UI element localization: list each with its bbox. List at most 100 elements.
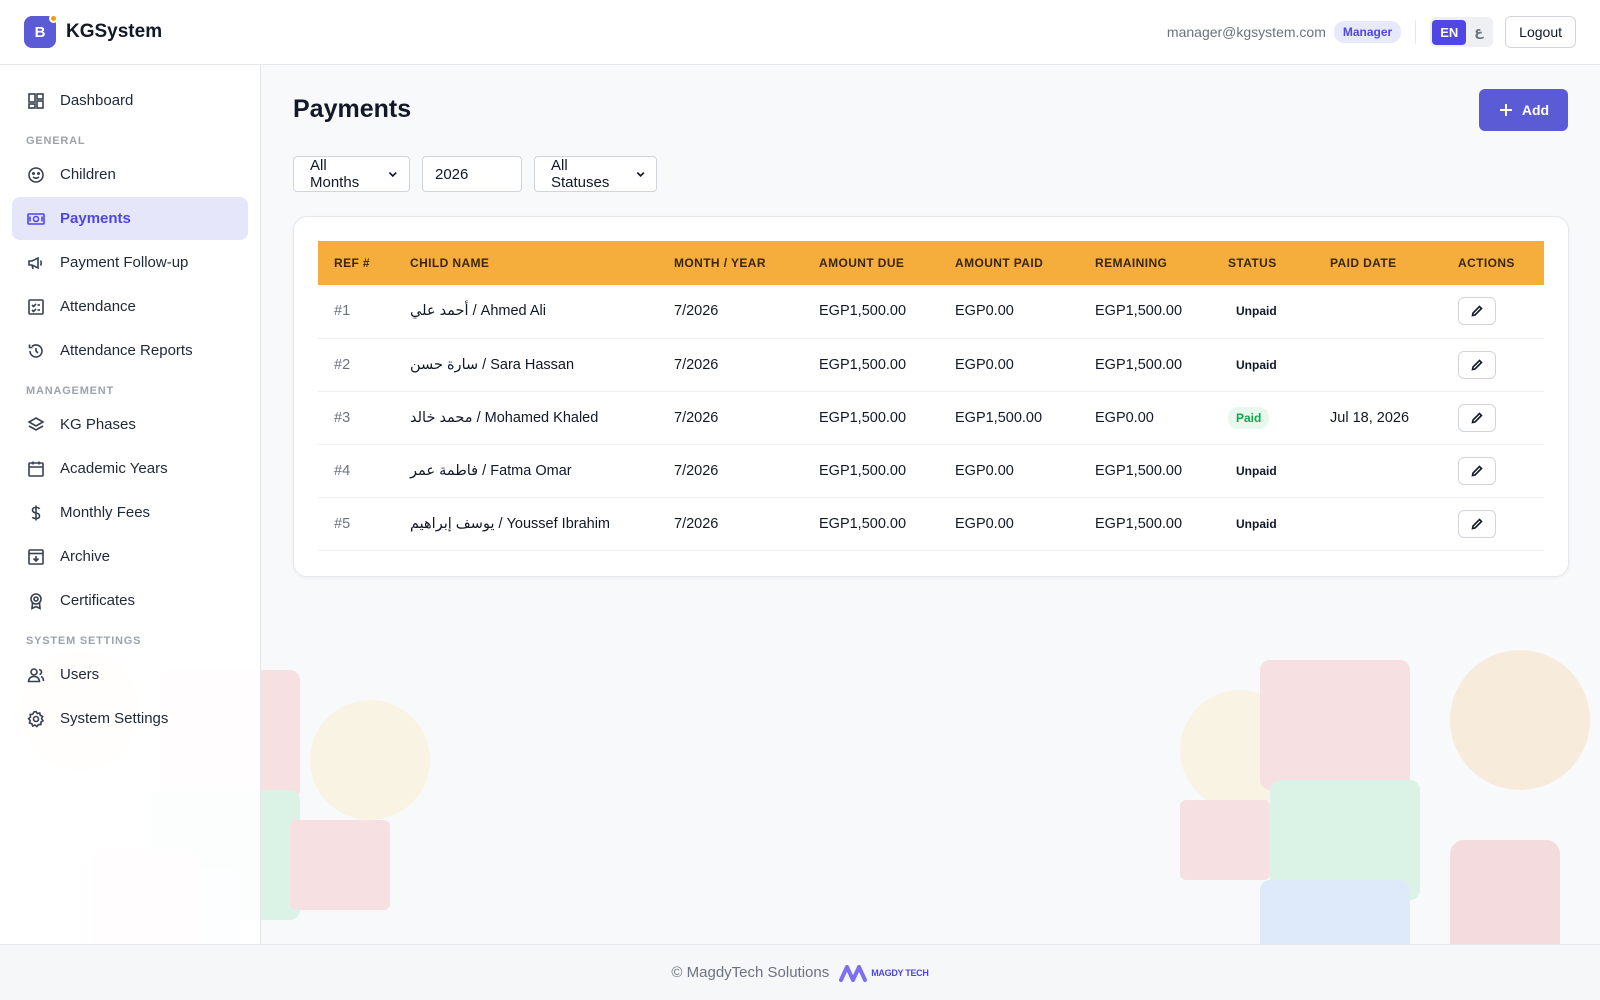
cell-month: 7/2026	[674, 356, 719, 373]
users-icon	[27, 667, 45, 682]
pencil-icon	[1471, 411, 1483, 424]
cell-month: 7/2026	[674, 515, 719, 532]
table-row: #3 محمد خالد / Mohamed Khaled 7/2026 EGP…	[318, 391, 1544, 444]
cell-actions	[1442, 497, 1544, 550]
sidebar-item-label: Payments	[60, 210, 131, 227]
sidebar-item-label: Certificates	[60, 592, 136, 609]
status-badge: Unpaid	[1236, 357, 1277, 372]
sidebar-item-dashboard[interactable]: Dashboard	[12, 79, 248, 122]
brand[interactable]: B KGSystem	[24, 14, 163, 48]
add-button[interactable]: Add	[1479, 89, 1568, 131]
table-row: #4 فاطمة عمر / Fatma Omar 7/2026 EGP1,50…	[318, 444, 1544, 497]
chevron-down-icon	[636, 172, 645, 178]
cell-ref: #1	[334, 303, 351, 320]
sidebar-item-attendance-reports[interactable]: Attendance Reports	[12, 329, 248, 372]
cell-child-name: سارة حسن / Sara Hassan	[410, 356, 575, 373]
edit-button[interactable]	[1458, 456, 1496, 485]
month-select[interactable]: All Months	[293, 156, 410, 192]
sidebar-item-academic-years[interactable]: Academic Years	[12, 447, 248, 490]
role-badge: Manager	[1333, 21, 1402, 43]
cell-actions	[1442, 391, 1544, 444]
magdytech-logo[interactable]: MAGDY TECH	[839, 964, 929, 982]
award-icon	[30, 592, 42, 610]
add-label: Add	[1521, 102, 1550, 118]
cell-ref: #3	[334, 409, 351, 426]
edit-button[interactable]	[1458, 403, 1496, 432]
lang-en-button[interactable]: EN	[1432, 19, 1467, 45]
cell-child-name: يوسف إبراهيم / Youssef Ibrahim	[410, 515, 611, 532]
history-icon	[28, 343, 43, 358]
brand-letter: B	[34, 23, 46, 41]
sidebar-item-label: Attendance Reports	[60, 342, 193, 359]
brand-name: KGSystem	[66, 21, 163, 42]
col-remaining: REMAINING	[1095, 256, 1168, 270]
sidebar-item-users[interactable]: Users	[12, 653, 248, 696]
status-badge: Unpaid	[1236, 304, 1277, 319]
cell-status: Unpaid	[1212, 497, 1314, 550]
cell-remaining: EGP0.00	[1095, 409, 1154, 426]
logout-button[interactable]: Logout	[1505, 16, 1576, 48]
table-header-row: REF # CHILD NAME MONTH / YEAR AMOUNT DUE…	[318, 241, 1544, 285]
cell-paid-date	[1314, 497, 1442, 550]
col-amount-paid: AMOUNT PAID	[955, 256, 1044, 270]
table-row: #2 سارة حسن / Sara Hassan 7/2026 EGP1,50…	[318, 338, 1544, 391]
sidebar-item-label: Payment Follow-up	[60, 254, 189, 271]
cell-paid-date	[1314, 444, 1442, 497]
footer-copyright: © MagdyTech Solutions	[671, 964, 830, 981]
col-month-year: MONTH / YEAR	[674, 256, 766, 270]
col-paid-date: PAID DATE	[1330, 256, 1397, 270]
status-badge: Paid	[1228, 406, 1270, 429]
lang-ar-button[interactable]: ع	[1466, 19, 1491, 45]
sidebar-item-label: Archive	[60, 548, 111, 565]
cell-actions	[1442, 285, 1544, 338]
cell-paid: EGP1,500.00	[955, 409, 1043, 426]
edit-button[interactable]	[1458, 297, 1496, 326]
year-input-value: 2026	[435, 165, 469, 183]
cell-due: EGP1,500.00	[819, 462, 907, 479]
cell-paid: EGP0.00	[955, 462, 1014, 479]
cell-child-name: فاطمة عمر / Fatma Omar	[410, 462, 572, 479]
pencil-icon	[1471, 517, 1483, 530]
brand-dot	[49, 14, 58, 23]
sidebar-item-monthly-fees[interactable]: Monthly Fees	[12, 491, 248, 534]
status-select[interactable]: All Statuses	[534, 156, 657, 192]
cell-due: EGP1,500.00	[819, 303, 907, 320]
magdytech-logo-text: MAGDY TECH	[871, 967, 929, 978]
section-general: GENERAL	[26, 135, 86, 147]
sidebar-item-payments[interactable]: Payments	[12, 197, 248, 240]
filters: All Months 2026 All Statuses	[293, 156, 657, 192]
sidebar-item-system-settings[interactable]: System Settings	[12, 697, 248, 740]
cell-paid-date: Jul 18, 2026	[1330, 409, 1410, 426]
payments-card: REF # CHILD NAME MONTH / YEAR AMOUNT DUE…	[293, 216, 1569, 577]
cash-icon	[27, 212, 45, 225]
sidebar-item-label: Attendance	[60, 298, 136, 315]
col-status: STATUS	[1228, 256, 1277, 270]
sidebar-item-children[interactable]: Children	[12, 153, 248, 196]
plus-icon	[1499, 104, 1512, 116]
checklist-icon	[28, 298, 44, 315]
sidebar-item-attendance[interactable]: Attendance	[12, 285, 248, 328]
sidebar-item-label: Academic Years	[60, 460, 168, 477]
footer: © MagdyTech Solutions MAGDY TECH	[0, 944, 1600, 1000]
cell-ref: #4	[334, 462, 351, 479]
sidebar-item-label: Users	[60, 666, 100, 683]
pencil-icon	[1471, 305, 1483, 317]
sidebar-item-certificates[interactable]: Certificates	[12, 579, 248, 622]
brand-logo-icon: B	[24, 14, 58, 48]
sidebar-item-payment-followup[interactable]: Payment Follow-up	[12, 241, 248, 284]
cell-ref: #5	[334, 515, 351, 532]
cell-ref: #2	[334, 356, 351, 373]
cell-remaining: EGP1,500.00	[1095, 356, 1183, 373]
sidebar-item-archive[interactable]: Archive	[12, 535, 248, 578]
edit-button[interactable]	[1458, 509, 1496, 538]
edit-button[interactable]	[1458, 350, 1496, 379]
cell-paid-date	[1314, 285, 1442, 338]
cell-month: 7/2026	[674, 409, 719, 426]
cell-remaining: EGP1,500.00	[1095, 303, 1183, 320]
cell-status: Unpaid	[1212, 338, 1314, 391]
cell-status: Paid	[1212, 391, 1314, 444]
cell-child-name: محمد خالد / Mohamed Khaled	[410, 409, 599, 426]
page-title: Payments	[293, 95, 412, 123]
year-input[interactable]: 2026	[422, 156, 522, 192]
sidebar-item-kg-phases[interactable]: KG Phases	[12, 403, 248, 446]
